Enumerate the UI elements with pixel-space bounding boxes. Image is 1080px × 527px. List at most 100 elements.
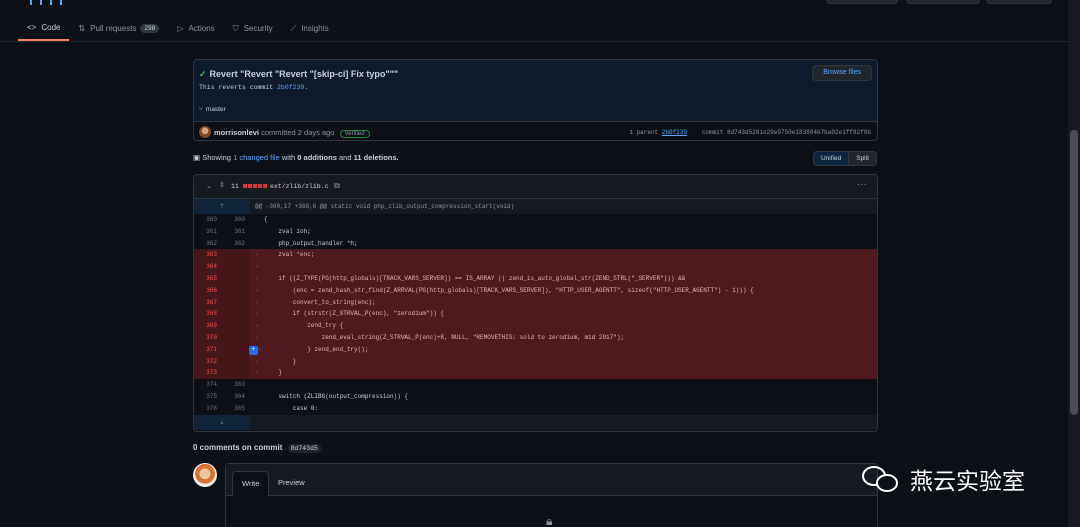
diff-sign: - [250,284,264,297]
split-button[interactable]: Split [849,152,876,165]
diff-line: 363 - zval *enc; [194,249,877,262]
lock-icon: 🔒︎ [546,514,553,527]
parent-info: 1 parent 2b0f239 [629,129,687,136]
diff-line: 364 - [194,261,877,273]
copy-icon[interactable]: ⧉ [334,181,340,191]
code-text: { [264,216,268,223]
fork-button[interactable] [986,0,1052,4]
watermark: 燕云实验室 [862,462,1025,496]
branch-link[interactable]: master [206,106,226,113]
old-line-number[interactable]: 361 [194,226,222,238]
shield-icon: ⛉ [232,23,239,33]
comment-box: Write Preview 🔒︎ [225,463,878,527]
file-name[interactable]: ext/zlib/zlib.c [270,183,329,190]
code-text [264,261,877,273]
old-line-number[interactable]: 362 [194,238,222,250]
code-text: } [264,355,877,368]
diff-sign: - [250,308,264,321]
new-line-number[interactable] [222,249,250,262]
tab-actions[interactable]: ▷ Actions [168,16,223,41]
old-line-number[interactable]: 373 [194,367,222,380]
old-line-number[interactable]: 363 [194,249,222,262]
repo-nav: <> Code ⇅ Pull requests 298 ▷ Actions ⛉ … [0,0,1068,42]
old-line-number[interactable]: 368 [194,308,222,321]
diff-sign: - [250,320,264,332]
diff-line: 375 364 switch (ZLIBG(output_compression)… [194,391,877,403]
old-line-number[interactable]: 371 [194,343,222,356]
new-line-number[interactable] [222,308,250,321]
new-line-number[interactable]: 361 [222,226,250,238]
parent-commit-link[interactable]: 2b0f239 [662,129,687,136]
tab-write[interactable]: Write [232,471,270,496]
diff-lines: 360 360{361 361 zval zoh; 362 362 php_output… [194,214,877,415]
old-line-number[interactable]: 366 [194,284,222,297]
scroll-thumb[interactable] [1070,130,1078,415]
code-text: php_output_handler *h; [264,239,358,247]
diff-sign [250,238,264,250]
user-avatar[interactable] [193,463,217,487]
diff-file: ⌄ ⇕ 11 ext/zlib/zlib.c ⧉ ··· ⇡ @@ -360,1… [193,174,878,432]
diff-sign-text: - [257,345,262,353]
new-line-number[interactable] [222,296,250,309]
kebab-menu-icon[interactable]: ··· [857,179,867,190]
diff-sign: - [250,249,264,262]
expand-down-icon[interactable]: ⇣ [194,414,250,430]
commit-box: ✓ Revert "Revert "Revert "[skip-ci] Fix t… [193,59,878,141]
diff-line: 360 360 { [194,214,877,226]
scrollbar[interactable] [1068,0,1080,527]
chevron-down-icon[interactable]: ⌄ [206,182,212,190]
old-line-number[interactable]: 375 [194,391,222,403]
pull-request-icon: ⇅ [78,24,86,33]
commit-author: morrisonlevi committed 2 days ago Verifi… [214,128,370,138]
new-line-number[interactable] [222,320,250,332]
old-line-number[interactable]: 364 [194,261,222,273]
author-link[interactable]: morrisonlevi [214,128,259,137]
new-line-number[interactable] [222,355,250,368]
new-line-number[interactable]: 363 [222,379,250,391]
diff-sign: - [250,331,264,344]
diff-sign: - [250,272,264,285]
new-line-number[interactable] [222,331,250,344]
old-line-number[interactable]: 374 [194,379,222,391]
tab-security[interactable]: ⛉ Security [224,16,282,41]
expand-icon[interactable]: ⇕ [219,181,225,189]
old-line-number[interactable]: 365 [194,272,222,285]
new-line-number[interactable]: 360 [222,214,250,226]
tab-pull-requests[interactable]: ⇅ Pull requests 298 [69,16,168,41]
unified-button[interactable]: Unified [814,152,850,165]
expand-up-icon[interactable]: ⇡ [194,199,250,214]
new-line-number[interactable]: 362 [222,238,250,250]
tab-insights[interactable]: ⟋ Insights [282,16,338,41]
diff-sign: - [250,367,264,380]
new-line-number[interactable] [222,272,250,285]
code-icon: <> [27,23,37,32]
tab-code[interactable]: <> Code [18,16,70,41]
new-line-number[interactable]: 365 [222,403,250,415]
code-text: zval zoh; [264,227,311,235]
add-comment-button[interactable]: + [248,345,258,355]
reverted-commit-link[interactable]: 2b0f239 [277,84,304,91]
new-line-number[interactable]: 364 [222,391,250,403]
author-avatar[interactable] [199,126,211,138]
changed-files-link[interactable]: 1 changed file [233,153,280,162]
old-line-number[interactable]: 370 [194,331,222,344]
verified-badge[interactable]: Verified [339,130,370,138]
old-line-number[interactable]: 360 [194,214,222,226]
new-line-number[interactable] [222,261,250,273]
diff-summary: ▣ Showing 1 changed file with 0 addition… [193,153,399,162]
diff-line: 368 - if (strstr(Z_STRVAL_P(enc), "zerodi… [194,308,877,321]
new-line-number[interactable] [222,284,250,297]
old-line-number[interactable]: 376 [194,403,222,415]
diff-line: 374 363 [194,379,877,391]
diff-line: 361 361 zval zoh; [194,226,877,238]
watch-button[interactable] [826,0,898,4]
hunk-header: ⇡ @@ -360,17 +360,6 @@ static void php_z… [194,199,877,214]
old-line-number[interactable]: 367 [194,296,222,309]
star-button[interactable] [906,0,980,4]
old-line-number[interactable]: 372 [194,355,222,368]
new-line-number[interactable] [222,343,250,356]
new-line-number[interactable] [222,367,250,380]
old-line-number[interactable]: 369 [194,320,222,332]
browse-files-button[interactable]: Browse files [812,65,872,81]
tab-preview[interactable]: Preview [269,471,314,496]
